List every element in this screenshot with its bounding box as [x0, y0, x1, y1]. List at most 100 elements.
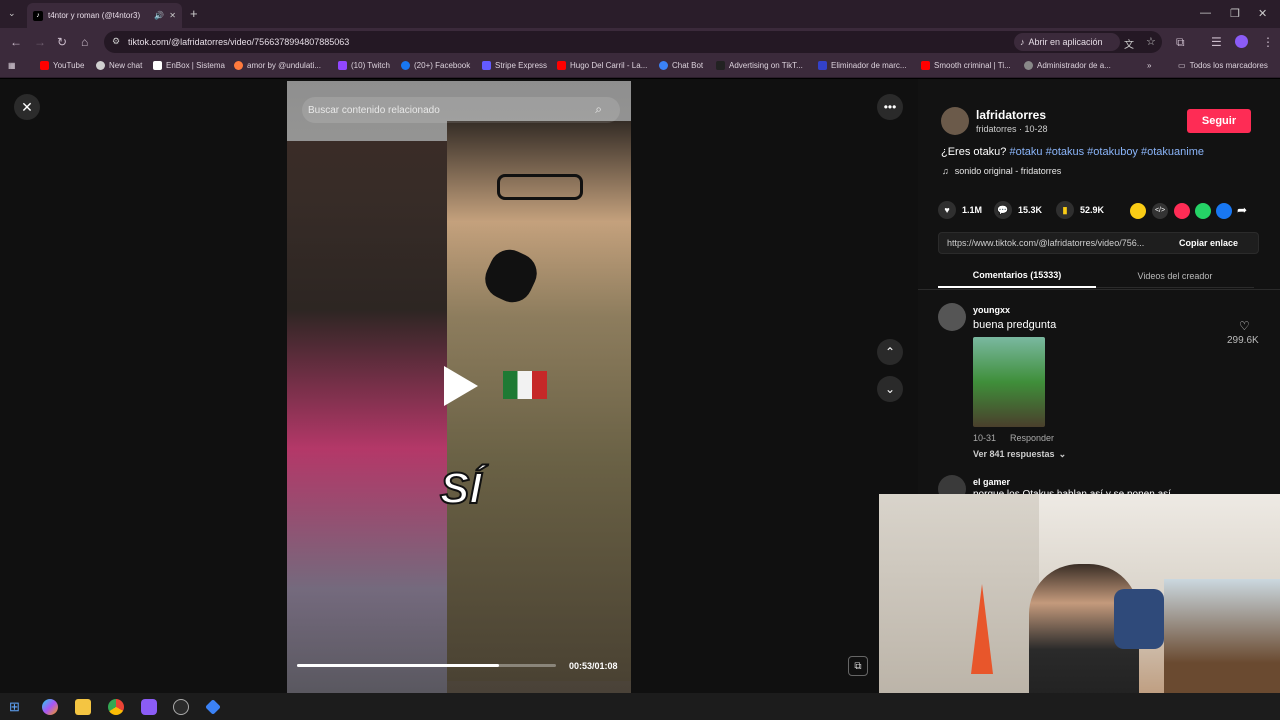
apps-icon[interactable]: ▦: [8, 61, 16, 70]
copy-link-button[interactable]: Copiar enlace: [1179, 238, 1238, 248]
obs-icon[interactable]: [173, 699, 189, 715]
whatsapp-icon[interactable]: [1195, 203, 1211, 219]
play-icon[interactable]: [444, 366, 478, 406]
app-icon[interactable]: [141, 699, 157, 715]
v-icon: [818, 61, 827, 70]
search-icon[interactable]: ⌕: [595, 102, 602, 117]
comment-icon: 💬: [994, 201, 1012, 219]
tab-search-icon[interactable]: ⌄: [8, 8, 16, 19]
back-icon[interactable]: ←: [10, 35, 22, 49]
translate-icon[interactable]: 文: [1124, 36, 1134, 51]
comment-like-icon[interactable]: ♡: [1239, 319, 1250, 333]
open-in-app-button[interactable]: ♪ Abrir en aplicación: [1014, 33, 1120, 51]
bookmark-label: Advertising on TikT...: [729, 61, 803, 70]
bookmark-twitch[interactable]: (10) Twitch: [338, 61, 390, 70]
send-icon[interactable]: [1174, 203, 1190, 219]
more-options-button[interactable]: •••: [877, 94, 903, 120]
comment-user[interactable]: youngxx: [973, 305, 1010, 315]
bookmark-smooth[interactable]: Smooth criminal | Ti...: [921, 61, 1011, 70]
bookmark-label: (20+) Facebook: [414, 61, 471, 70]
taskbar: ⊞: [0, 693, 1280, 720]
tab-comments[interactable]: Comentarios (15333): [938, 264, 1096, 288]
bookmark-eliminador[interactable]: Eliminador de marc...: [818, 61, 907, 70]
save-button[interactable]: ▮ 52.9K: [1056, 201, 1104, 219]
link-box: https://www.tiktok.com/@lafridatorres/vi…: [938, 232, 1259, 254]
hashtag[interactable]: #otaku: [1009, 146, 1042, 158]
tab-close-icon[interactable]: ✕: [169, 11, 176, 20]
bookmark-enbox[interactable]: EnBox | Sistema: [153, 61, 225, 70]
audio-icon[interactable]: 🔊: [154, 11, 164, 20]
new-tab-button[interactable]: +: [190, 6, 198, 21]
bookmark-label: amor by @undulati...: [247, 61, 321, 70]
comment-sticker: [973, 337, 1045, 427]
bookmarks-bar: ▦ YouTube New chat EnBox | Sistema amor …: [0, 56, 1280, 78]
tab-creator-videos[interactable]: Videos del creador: [1096, 264, 1254, 288]
bookmark-chat-bot[interactable]: Chat Bot: [659, 61, 703, 70]
creator-name[interactable]: lafridatorres: [976, 108, 1046, 122]
menu-icon[interactable]: ⋮: [1262, 35, 1274, 49]
video-time: 00:53/01:08: [569, 661, 618, 671]
close-viewer-button[interactable]: ✕: [14, 94, 40, 120]
window-close-icon[interactable]: ✕: [1258, 7, 1267, 20]
link-text: https://www.tiktok.com/@lafridatorres/vi…: [947, 238, 1145, 248]
follow-button[interactable]: Seguir: [1187, 109, 1251, 133]
app-diamond-icon[interactable]: [205, 699, 221, 715]
file-explorer-icon[interactable]: [75, 699, 91, 715]
hashtag[interactable]: #otakuboy: [1087, 146, 1138, 158]
restore-icon[interactable]: ❐: [1230, 7, 1240, 20]
webcam-overlay: [879, 494, 1280, 720]
progress-track[interactable]: [297, 664, 556, 667]
embed-icon[interactable]: </>: [1152, 203, 1168, 219]
reading-list-icon[interactable]: ☰: [1211, 35, 1222, 49]
glasses: [497, 174, 583, 200]
bookmark-new-chat[interactable]: New chat: [96, 61, 142, 70]
reload-icon[interactable]: ↻: [57, 35, 67, 49]
avatar[interactable]: [938, 303, 966, 331]
facebook-share-icon[interactable]: [1216, 203, 1232, 219]
close-icon: ✕: [21, 98, 33, 115]
bookmark-youtube[interactable]: YouTube: [40, 61, 84, 70]
extensions-icon[interactable]: ⧉: [1176, 35, 1185, 50]
windows-start-icon[interactable]: ⊞: [9, 699, 25, 715]
bookmark-admin[interactable]: Administrador de a...: [1024, 61, 1111, 70]
reply-button[interactable]: Responder: [1010, 433, 1054, 443]
star-icon[interactable]: ☆: [1146, 35, 1156, 48]
previous-video-button[interactable]: ⌃: [877, 339, 903, 365]
home-icon[interactable]: ⌂: [81, 35, 88, 49]
hashtag[interactable]: #otakuanime: [1141, 146, 1204, 158]
comment-text: buena predgunta: [973, 319, 1057, 331]
minimize-icon[interactable]: —: [1200, 7, 1211, 19]
next-video-button[interactable]: ⌄: [877, 376, 903, 402]
tab-active[interactable]: ♪ t4ntor y roman (@t4ntor3) 🔊 ✕: [27, 3, 182, 28]
all-bookmarks[interactable]: ▭ Todos los marcadores: [1178, 61, 1268, 70]
like-button[interactable]: ♥ 1.1M: [938, 201, 982, 219]
comment-user[interactable]: el gamer: [973, 477, 1010, 487]
share-arrow-icon[interactable]: ➦: [1237, 203, 1247, 217]
view-replies-button[interactable]: Ver 841 respuestas ⌄: [973, 449, 1066, 460]
bookmark-hugo[interactable]: Hugo Del Carril - La...: [557, 61, 647, 70]
chrome-icon[interactable]: [108, 699, 124, 715]
comment-button[interactable]: 💬 15.3K: [994, 201, 1042, 219]
more-bookmarks-icon[interactable]: »: [1147, 61, 1151, 70]
pip-button[interactable]: ⧉: [848, 656, 868, 676]
bookmark-facebook[interactable]: (20+) Facebook: [401, 61, 470, 70]
hashtag[interactable]: #otakus: [1046, 146, 1085, 158]
sound-link[interactable]: ♫ sonido original - fridatorres: [942, 166, 1061, 176]
bookmark-advertising[interactable]: Advertising on TikT...: [716, 61, 803, 70]
url-field[interactable]: ⚙ tiktok.com/@lafridatorres/video/756637…: [104, 31, 1162, 53]
related-search-input[interactable]: Buscar contenido relacionado ⌕: [302, 97, 620, 123]
forward-icon[interactable]: →: [34, 35, 46, 49]
enbox-icon: [153, 61, 162, 70]
bookmark-stripe[interactable]: Stripe Express: [482, 61, 547, 70]
creator-avatar[interactable]: [941, 107, 969, 135]
comment-date: 10-31: [973, 433, 997, 443]
video-player[interactable]: Buscar contenido relacionado ⌕ SÍ 00:53/…: [287, 81, 631, 693]
stripe-icon: [482, 61, 491, 70]
facebook-icon: [401, 61, 410, 70]
coin-icon[interactable]: [1130, 203, 1146, 219]
copilot-icon[interactable]: [42, 699, 58, 715]
caption-overlay: SÍ: [439, 463, 483, 514]
profile-avatar[interactable]: [1235, 35, 1248, 48]
site-info-icon[interactable]: ⚙: [112, 36, 120, 47]
bookmark-amor[interactable]: amor by @undulati...: [234, 61, 321, 70]
